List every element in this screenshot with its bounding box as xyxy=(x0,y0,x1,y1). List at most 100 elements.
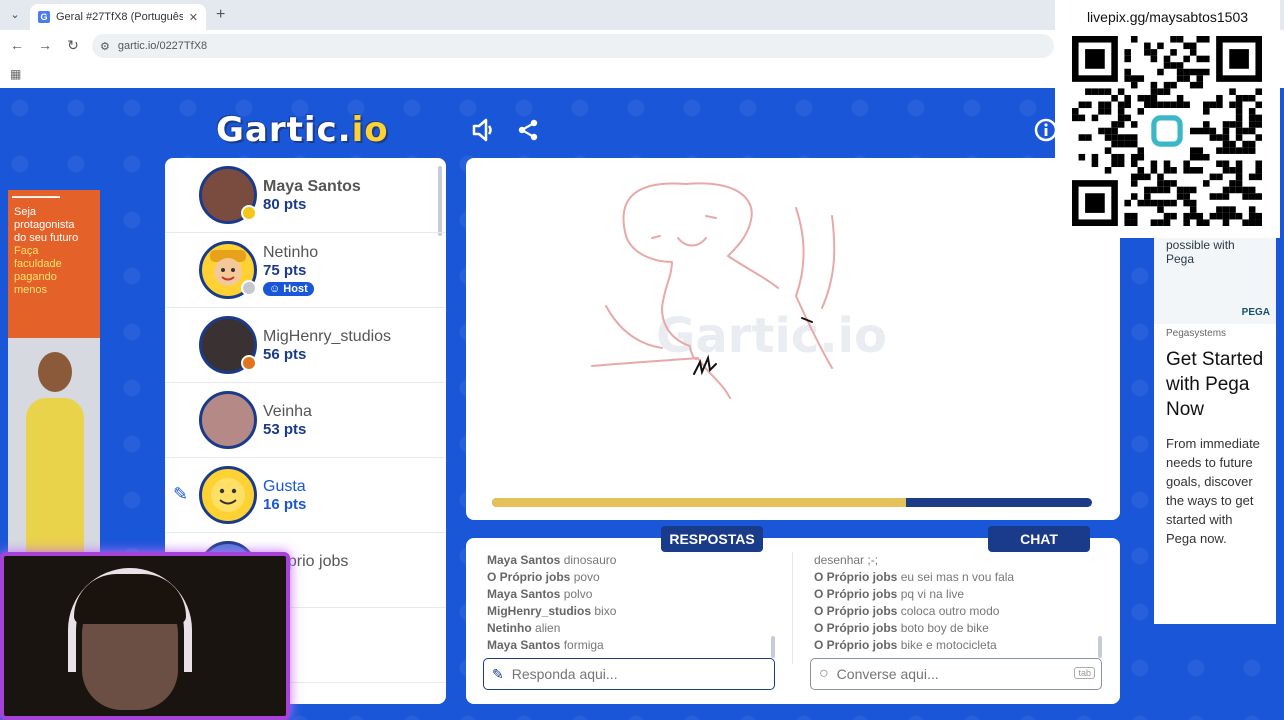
avatar xyxy=(199,241,257,299)
ad-banner-top: possible with Pega PEGA xyxy=(1154,238,1276,324)
tab-search-icon[interactable]: ⌄ xyxy=(6,6,24,24)
answers-title: RESPOSTAS xyxy=(661,526,763,552)
close-icon[interactable]: ✕ xyxy=(189,11,198,24)
answer-author: Netinho xyxy=(487,621,532,635)
ad-line: Faça xyxy=(14,245,39,257)
url-text: gartic.io/0227TfX8 xyxy=(117,40,208,52)
player-row-drawing[interactable]: ✎ Gusta 16 pts xyxy=(165,458,446,533)
chat-author: O Próprio jobs xyxy=(814,604,898,618)
chat-title: CHAT xyxy=(988,526,1090,552)
round-timer-bar xyxy=(492,498,1092,507)
chat-author: O Próprio jobs xyxy=(814,621,898,635)
player-name: MigHenry_studios xyxy=(263,327,392,345)
list-item: Maya Santos formiga xyxy=(487,637,777,654)
chat-list: desenhar ;-; O Próprio jobs eu sei mas n… xyxy=(814,552,1104,654)
answer-input-box[interactable]: ✎ xyxy=(483,658,775,690)
list-item: Maya Santos dinosauro xyxy=(487,552,777,569)
ad-top-text: possible with Pega xyxy=(1166,238,1235,266)
player-score: 56 pts xyxy=(263,345,307,363)
answer-author: Maya Santos xyxy=(487,553,561,567)
pega-logo: PEGA xyxy=(1241,307,1270,318)
chat-author: O Próprio jobs xyxy=(814,587,898,601)
player-name: Gusta xyxy=(263,477,306,495)
list-item: O Próprio jobs eu sei mas n vou fala xyxy=(814,569,1104,586)
gartic-logo: Gartic.io xyxy=(216,110,389,150)
ad-person-body xyxy=(26,398,84,554)
player-row[interactable]: Maya Santos 80 pts xyxy=(165,158,446,233)
chat-text: pq vi na live xyxy=(900,587,965,601)
apps-grid-icon[interactable]: ▦ xyxy=(10,67,21,81)
answer-author: O Próprio jobs xyxy=(487,570,571,584)
chat-text: coloca outro modo xyxy=(900,604,1000,618)
ad-line: Seja xyxy=(14,206,37,218)
ad-person xyxy=(38,352,72,392)
player-score: 80 pts xyxy=(263,195,307,213)
browser-tab[interactable]: G Geral #27TfX8 (Português) - Gar ✕ xyxy=(30,4,206,30)
answer-text: povo xyxy=(573,570,600,584)
chat-author: O Próprio jobs xyxy=(814,638,898,652)
player-name: Veinha xyxy=(263,402,312,420)
list-item: Netinho alien xyxy=(487,620,777,637)
player-row[interactable]: Veinha 53 pts xyxy=(165,383,446,458)
qr-url: livepix.gg/maysabtos1503 xyxy=(1086,9,1249,25)
address-bar[interactable]: ⚙ gartic.io/0227TfX8 xyxy=(92,34,1054,58)
player-name: Netinho xyxy=(263,243,319,261)
ad-line: protagonista xyxy=(14,219,75,231)
player-row[interactable]: Netinho 75 pts ☺ Host xyxy=(165,233,446,308)
avatar xyxy=(199,466,257,524)
status-dot xyxy=(241,280,257,296)
chat-text: desenhar ;-; xyxy=(814,553,879,567)
list-item: desenhar ;-; xyxy=(814,552,1104,569)
answers-scrollbar[interactable] xyxy=(771,636,775,658)
tab-key-hint: tab xyxy=(1074,667,1095,679)
host-badge-label: Host xyxy=(283,282,308,295)
list-item: Maya Santos polvo xyxy=(487,586,777,603)
chat-input-box[interactable]: ○ tab xyxy=(810,658,1102,690)
back-arrow-icon[interactable]: ← xyxy=(10,37,24,53)
answer-text: alien xyxy=(535,621,561,635)
donation-qr-overlay: livepix.gg/maysabtos1503 xyxy=(1055,0,1280,238)
streamer-webcam xyxy=(0,552,290,720)
chat-input[interactable] xyxy=(836,666,1037,682)
ad-brand: Pegasystems xyxy=(1166,328,1227,339)
ad-line: do seu futuro xyxy=(14,232,79,244)
player-score: 53 pts xyxy=(263,420,307,438)
qr-code-icon xyxy=(1072,36,1262,226)
list-item: O Próprio jobs povo xyxy=(487,569,777,586)
logo-accent-text: io xyxy=(351,110,389,150)
player-row[interactable]: MigHenry_studios 56 pts xyxy=(165,308,446,383)
chat-scrollbar[interactable] xyxy=(1098,636,1102,658)
share-icon[interactable] xyxy=(514,118,542,146)
avatar xyxy=(199,166,257,224)
ad-line: menos xyxy=(14,284,48,296)
left-advertisement[interactable]: ▬▬▬▬▬▬▬▬ Seja protagonista do seu futuro… xyxy=(8,190,100,554)
new-tab-plus-icon[interactable]: + xyxy=(216,6,225,24)
list-item: O Próprio jobs coloca outro modo xyxy=(814,603,1104,620)
ad-body: From immediate needs to future goals, di… xyxy=(1166,436,1260,546)
chat-text: boto boy de bike xyxy=(900,621,989,635)
chat-text: bike e motocicleta xyxy=(900,638,997,652)
ad-line: faculdade xyxy=(14,258,62,270)
player-name: Maya Santos xyxy=(263,177,361,195)
reload-icon[interactable]: ↻ xyxy=(66,37,80,54)
sound-icon[interactable] xyxy=(470,118,498,146)
chat-bubble-icon: ○ xyxy=(819,665,829,682)
site-settings-icon[interactable]: ⚙ xyxy=(100,40,110,53)
round-timer-fill xyxy=(492,498,906,507)
drawing-canvas[interactable]: Gartic.io xyxy=(466,158,1120,520)
player-score: 16 pts xyxy=(263,495,307,513)
answers-list: Maya Santos dinosauro O Próprio jobs pov… xyxy=(487,552,777,654)
host-badge: ☺ Host xyxy=(263,281,314,296)
answer-text: polvo xyxy=(563,587,593,601)
answer-text: bixo xyxy=(594,604,617,618)
forward-arrow-icon[interactable]: → xyxy=(38,37,52,53)
list-item: O Próprio jobs bike e motocicleta xyxy=(814,637,1104,654)
drawing-strokes xyxy=(591,182,836,399)
pencil-icon: ✎ xyxy=(492,665,504,682)
answer-input[interactable] xyxy=(511,666,712,682)
right-advertisement[interactable]: possible with Pega PEGA Pegasystems Get … xyxy=(1154,238,1276,624)
pencil-icon: ✎ xyxy=(173,484,189,504)
answer-author: MigHenry_studios xyxy=(487,604,592,618)
status-dot xyxy=(241,355,257,371)
avatar xyxy=(199,316,257,374)
